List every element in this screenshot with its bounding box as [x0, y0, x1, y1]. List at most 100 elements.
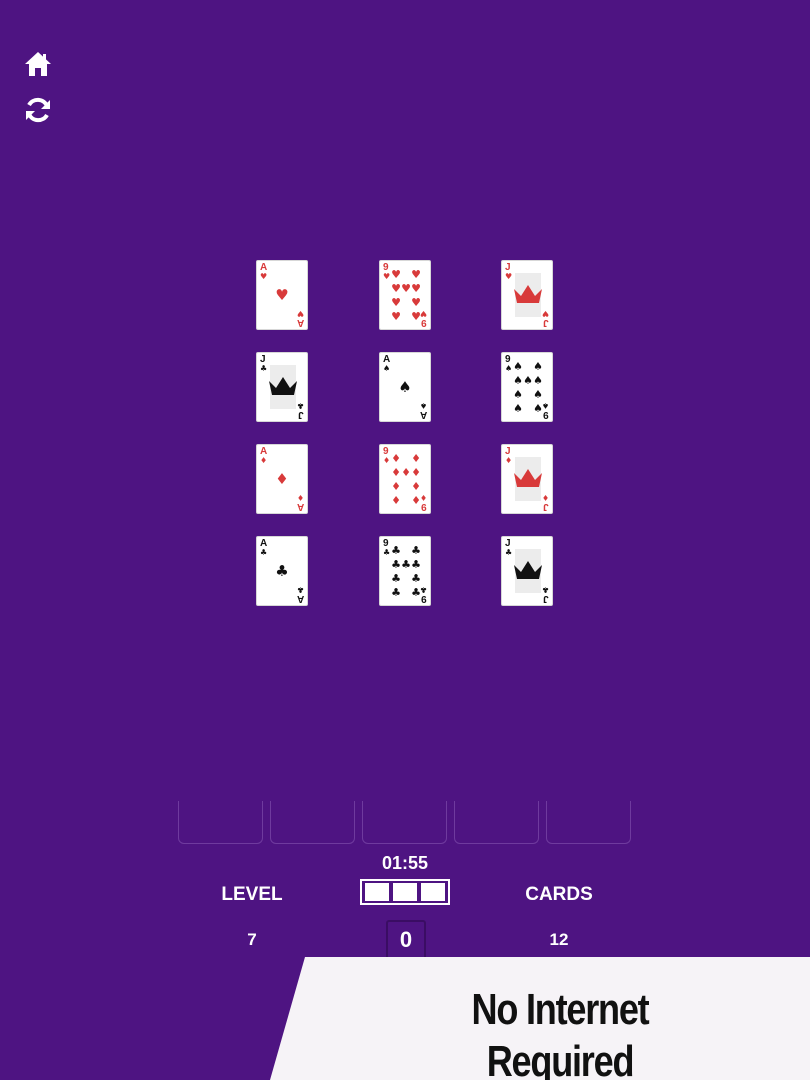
card-suit: ♣ — [505, 548, 513, 557]
suit-pip: ♥ — [411, 309, 421, 323]
suit-pip: ♥ — [391, 281, 401, 295]
card-suit: ♣ — [383, 548, 391, 557]
card-rank: J — [298, 409, 304, 420]
suit-pip: ♦ — [391, 451, 401, 465]
crown-icon — [514, 561, 542, 579]
suit-pip: ♠ — [398, 377, 412, 396]
suit-pip: ♣ — [401, 557, 411, 571]
suit-pip: ♠ — [523, 373, 533, 387]
suit-pip: ♣ — [411, 571, 421, 585]
card-suit: ♦ — [383, 456, 391, 465]
level-label: LEVEL — [221, 884, 283, 905]
suit-pip: ♥ — [401, 281, 411, 295]
crown-icon — [514, 285, 542, 303]
playing-card[interactable]: A ♠ A ♠ ♠ — [379, 352, 431, 422]
playing-card[interactable]: J ♦ J ♦ — [501, 444, 553, 514]
playing-card[interactable]: 9 ♠ 9 ♠ ♠ ♠ ♠ ♠ ♠ ♠ ♠ ♠ ♠ — [501, 352, 553, 422]
home-button[interactable] — [22, 48, 54, 80]
suit-pip: ♣ — [391, 571, 401, 585]
suit-pip: ♦ — [391, 479, 401, 493]
card-center: ♣ — [257, 537, 307, 605]
life-box — [393, 883, 417, 901]
suit-pip: ♣ — [411, 543, 421, 557]
playing-card[interactable]: J ♥ J ♥ — [501, 260, 553, 330]
suit-pip: ♠ — [513, 387, 523, 401]
card-suit: ♣ — [296, 401, 304, 410]
suit-pip: ♣ — [411, 585, 421, 599]
tray-slot — [454, 801, 539, 844]
suit-pip: ♥ — [391, 309, 401, 323]
card-rank: 9 — [421, 317, 427, 328]
card-rank: 9 — [421, 501, 427, 512]
suit-pip: ♣ — [411, 557, 421, 571]
suit-pip: ♠ — [513, 401, 523, 415]
suit-pip: ♠ — [533, 401, 543, 415]
card-rank: J — [543, 593, 549, 604]
suit-pip: ♦ — [411, 451, 421, 465]
suit-pip: ♠ — [533, 359, 543, 373]
playing-card[interactable]: J ♣ J ♣ — [256, 352, 308, 422]
card-pips: ♦ ♦ ♦ ♦ ♦ ♦ ♦ ♦ ♦ — [391, 451, 421, 509]
timer: 01:55 — [381, 853, 429, 873]
promo-banner-text: No Internet Required — [471, 985, 650, 1080]
suit-pip: ♥ — [275, 285, 289, 304]
card-center: ♥ — [257, 261, 307, 329]
tray-slot — [362, 801, 447, 844]
card-center: ♠ — [380, 353, 430, 421]
restart-button[interactable] — [22, 94, 54, 126]
cards-value: 12 — [549, 930, 569, 949]
tray-slot — [178, 801, 263, 844]
suit-pip: ♦ — [275, 469, 289, 488]
card-suit: ♣ — [260, 364, 268, 373]
playing-card[interactable]: A ♦ A ♦ ♦ — [256, 444, 308, 514]
card-rank: 9 — [543, 409, 549, 420]
suit-pip: ♦ — [391, 465, 401, 479]
level-value: 7 — [247, 930, 257, 949]
suit-pip: ♥ — [411, 295, 421, 309]
suit-pip: ♠ — [513, 373, 523, 387]
card-rank: J — [543, 317, 549, 328]
life-box — [421, 883, 445, 901]
restart-icon — [26, 97, 50, 123]
suit-pip: ♥ — [411, 267, 421, 281]
playing-card[interactable]: 9 ♥ 9 ♥ ♥ ♥ ♥ ♥ ♥ ♥ ♥ ♥ ♥ — [379, 260, 431, 330]
card-pips: ♣ ♣ ♣ ♣ ♣ ♣ ♣ ♣ ♣ — [391, 543, 421, 601]
card-suit: ♠ — [505, 364, 513, 373]
card-pips: ♥ ♥ ♥ ♥ ♥ ♥ ♥ ♥ ♥ — [391, 267, 421, 325]
playing-card[interactable]: J ♣ J ♣ — [501, 536, 553, 606]
suit-pip: ♣ — [391, 557, 401, 571]
suit-pip: ♦ — [391, 493, 401, 507]
card-suit: ♦ — [541, 493, 549, 502]
tray-slot — [546, 801, 631, 844]
card-rank: J — [543, 501, 549, 512]
suit-pip: ♥ — [391, 267, 401, 281]
playing-card[interactable]: 9 ♣ 9 ♣ ♣ ♣ ♣ ♣ ♣ ♣ ♣ ♣ ♣ — [379, 536, 431, 606]
suit-pip: ♥ — [411, 281, 421, 295]
card-pips: ♠ ♠ ♠ ♠ ♠ ♠ ♠ ♠ ♠ — [513, 359, 543, 417]
card-suit: ♣ — [541, 585, 549, 594]
crown-icon — [269, 377, 297, 395]
playing-card[interactable]: A ♥ A ♥ ♥ — [256, 260, 308, 330]
suit-pip: ♦ — [411, 479, 421, 493]
suit-pip: ♦ — [411, 465, 421, 479]
card-suit: ♥ — [541, 309, 549, 318]
suit-pip: ♦ — [401, 465, 411, 479]
crown-icon — [514, 469, 542, 487]
suit-pip: ♣ — [391, 543, 401, 557]
card-suit: ♥ — [383, 272, 391, 281]
cards-label: CARDS — [525, 884, 593, 905]
suit-pip: ♠ — [533, 387, 543, 401]
home-icon — [25, 52, 51, 76]
card-suit: ♥ — [505, 272, 513, 281]
playing-card[interactable]: 9 ♦ 9 ♦ ♦ ♦ ♦ ♦ ♦ ♦ ♦ ♦ ♦ — [379, 444, 431, 514]
tray-slot — [270, 801, 355, 844]
suit-pip: ♣ — [275, 561, 289, 580]
suit-pip: ♠ — [533, 373, 543, 387]
suit-pip: ♠ — [513, 359, 523, 373]
score-value: 0 — [386, 920, 426, 960]
suit-pip: ♥ — [391, 295, 401, 309]
card-suit: ♦ — [505, 456, 513, 465]
playing-card[interactable]: A ♣ A ♣ ♣ — [256, 536, 308, 606]
card-rank: 9 — [421, 593, 427, 604]
suit-pip: ♣ — [391, 585, 401, 599]
